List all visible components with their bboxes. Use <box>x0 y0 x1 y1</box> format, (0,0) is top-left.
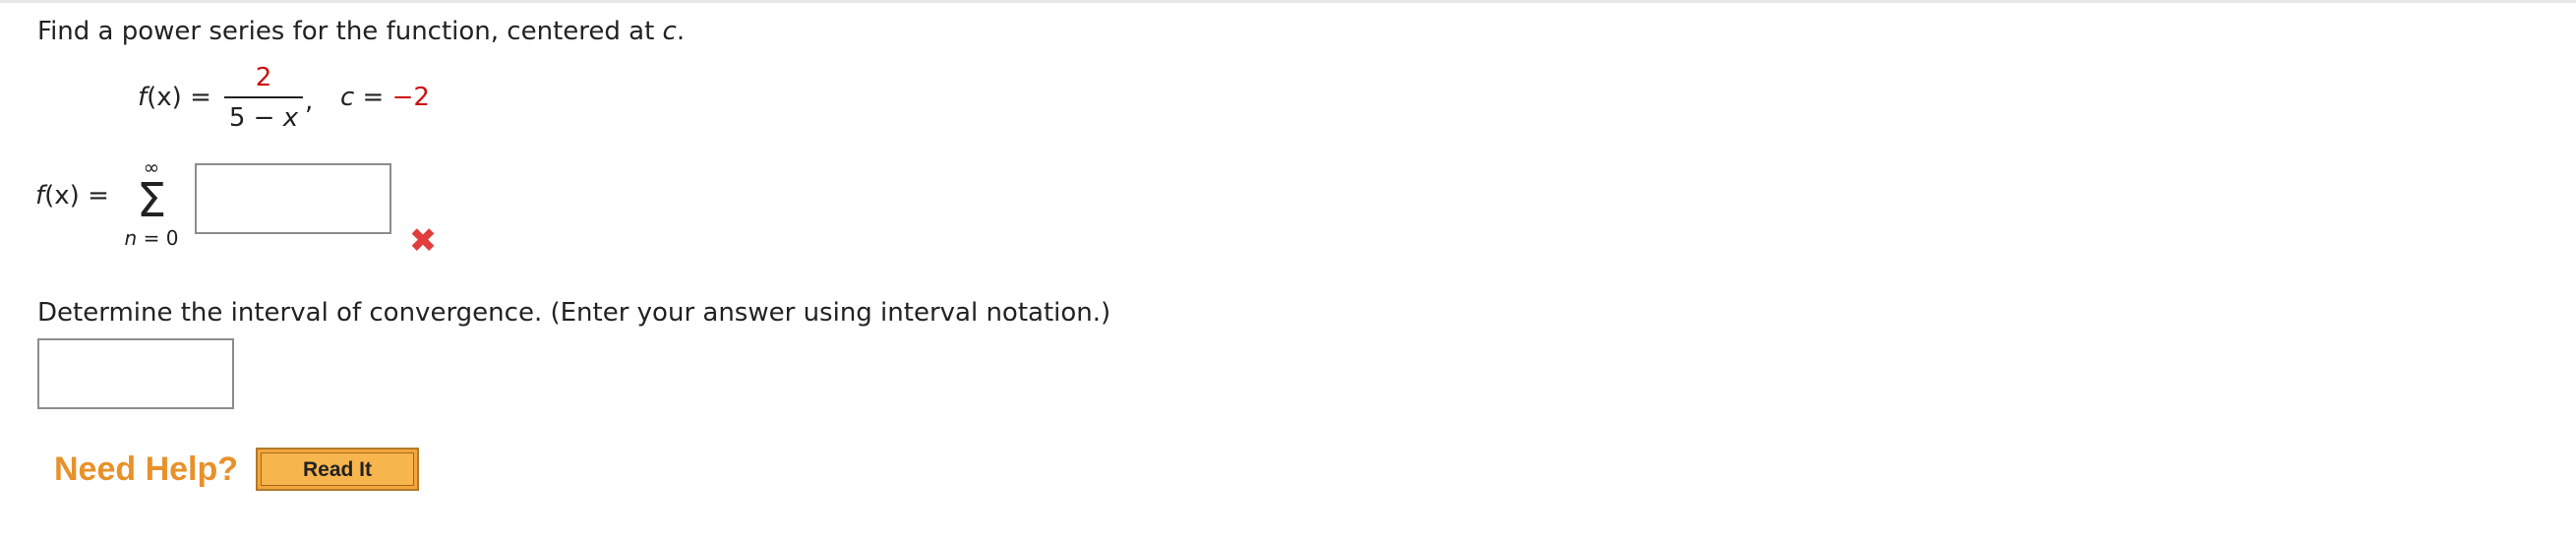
fraction-bar <box>224 96 303 98</box>
interval-prompt: Determine the interval of convergence. (… <box>37 298 1111 328</box>
center-eq: = <box>354 83 392 112</box>
top-divider <box>0 0 2576 3</box>
series-lhs-rest: (x) = <box>44 181 109 210</box>
given-lhs-rest: (x) = <box>147 83 211 112</box>
center-value: c = −2 <box>340 83 430 112</box>
question-prefix: Find a power series for the function, ce… <box>37 17 663 46</box>
interval-answer-input[interactable] <box>37 338 234 409</box>
given-lhs: f(x) = <box>138 83 211 112</box>
need-help-label: Need Help? <box>54 451 239 488</box>
sum-lower-limit: n = 0 <box>116 226 187 250</box>
question-page: Find a power series for the function, ce… <box>0 0 2576 541</box>
series-answer-input[interactable] <box>195 163 391 234</box>
question-text: Find a power series for the function, ce… <box>37 17 685 46</box>
incorrect-x-icon: ✖ <box>408 221 438 261</box>
fraction-numerator: 2 <box>255 63 272 92</box>
series-lhs: f(x) = <box>35 181 109 210</box>
sum-index-rest: = 0 <box>137 226 179 250</box>
series-f: f <box>35 181 45 210</box>
center-number: −2 <box>391 83 430 112</box>
given-comma: , <box>305 87 314 116</box>
read-it-button[interactable]: Read It <box>256 448 419 491</box>
sigma-icon: Σ <box>136 173 167 228</box>
given-f: f <box>138 83 148 112</box>
sum-index-var: n <box>124 226 138 250</box>
denominator-var: x <box>282 103 299 133</box>
question-var: c <box>662 17 677 46</box>
denominator-pre: 5 − <box>228 103 283 133</box>
question-suffix: . <box>676 17 686 46</box>
given-fraction: 2 5 − x <box>224 61 303 134</box>
center-var: c <box>340 83 355 112</box>
summation-symbol: ∞ Σ n = 0 <box>116 155 187 250</box>
fraction-denominator: 5 − x <box>224 102 303 134</box>
read-it-label: Read It <box>261 452 414 486</box>
